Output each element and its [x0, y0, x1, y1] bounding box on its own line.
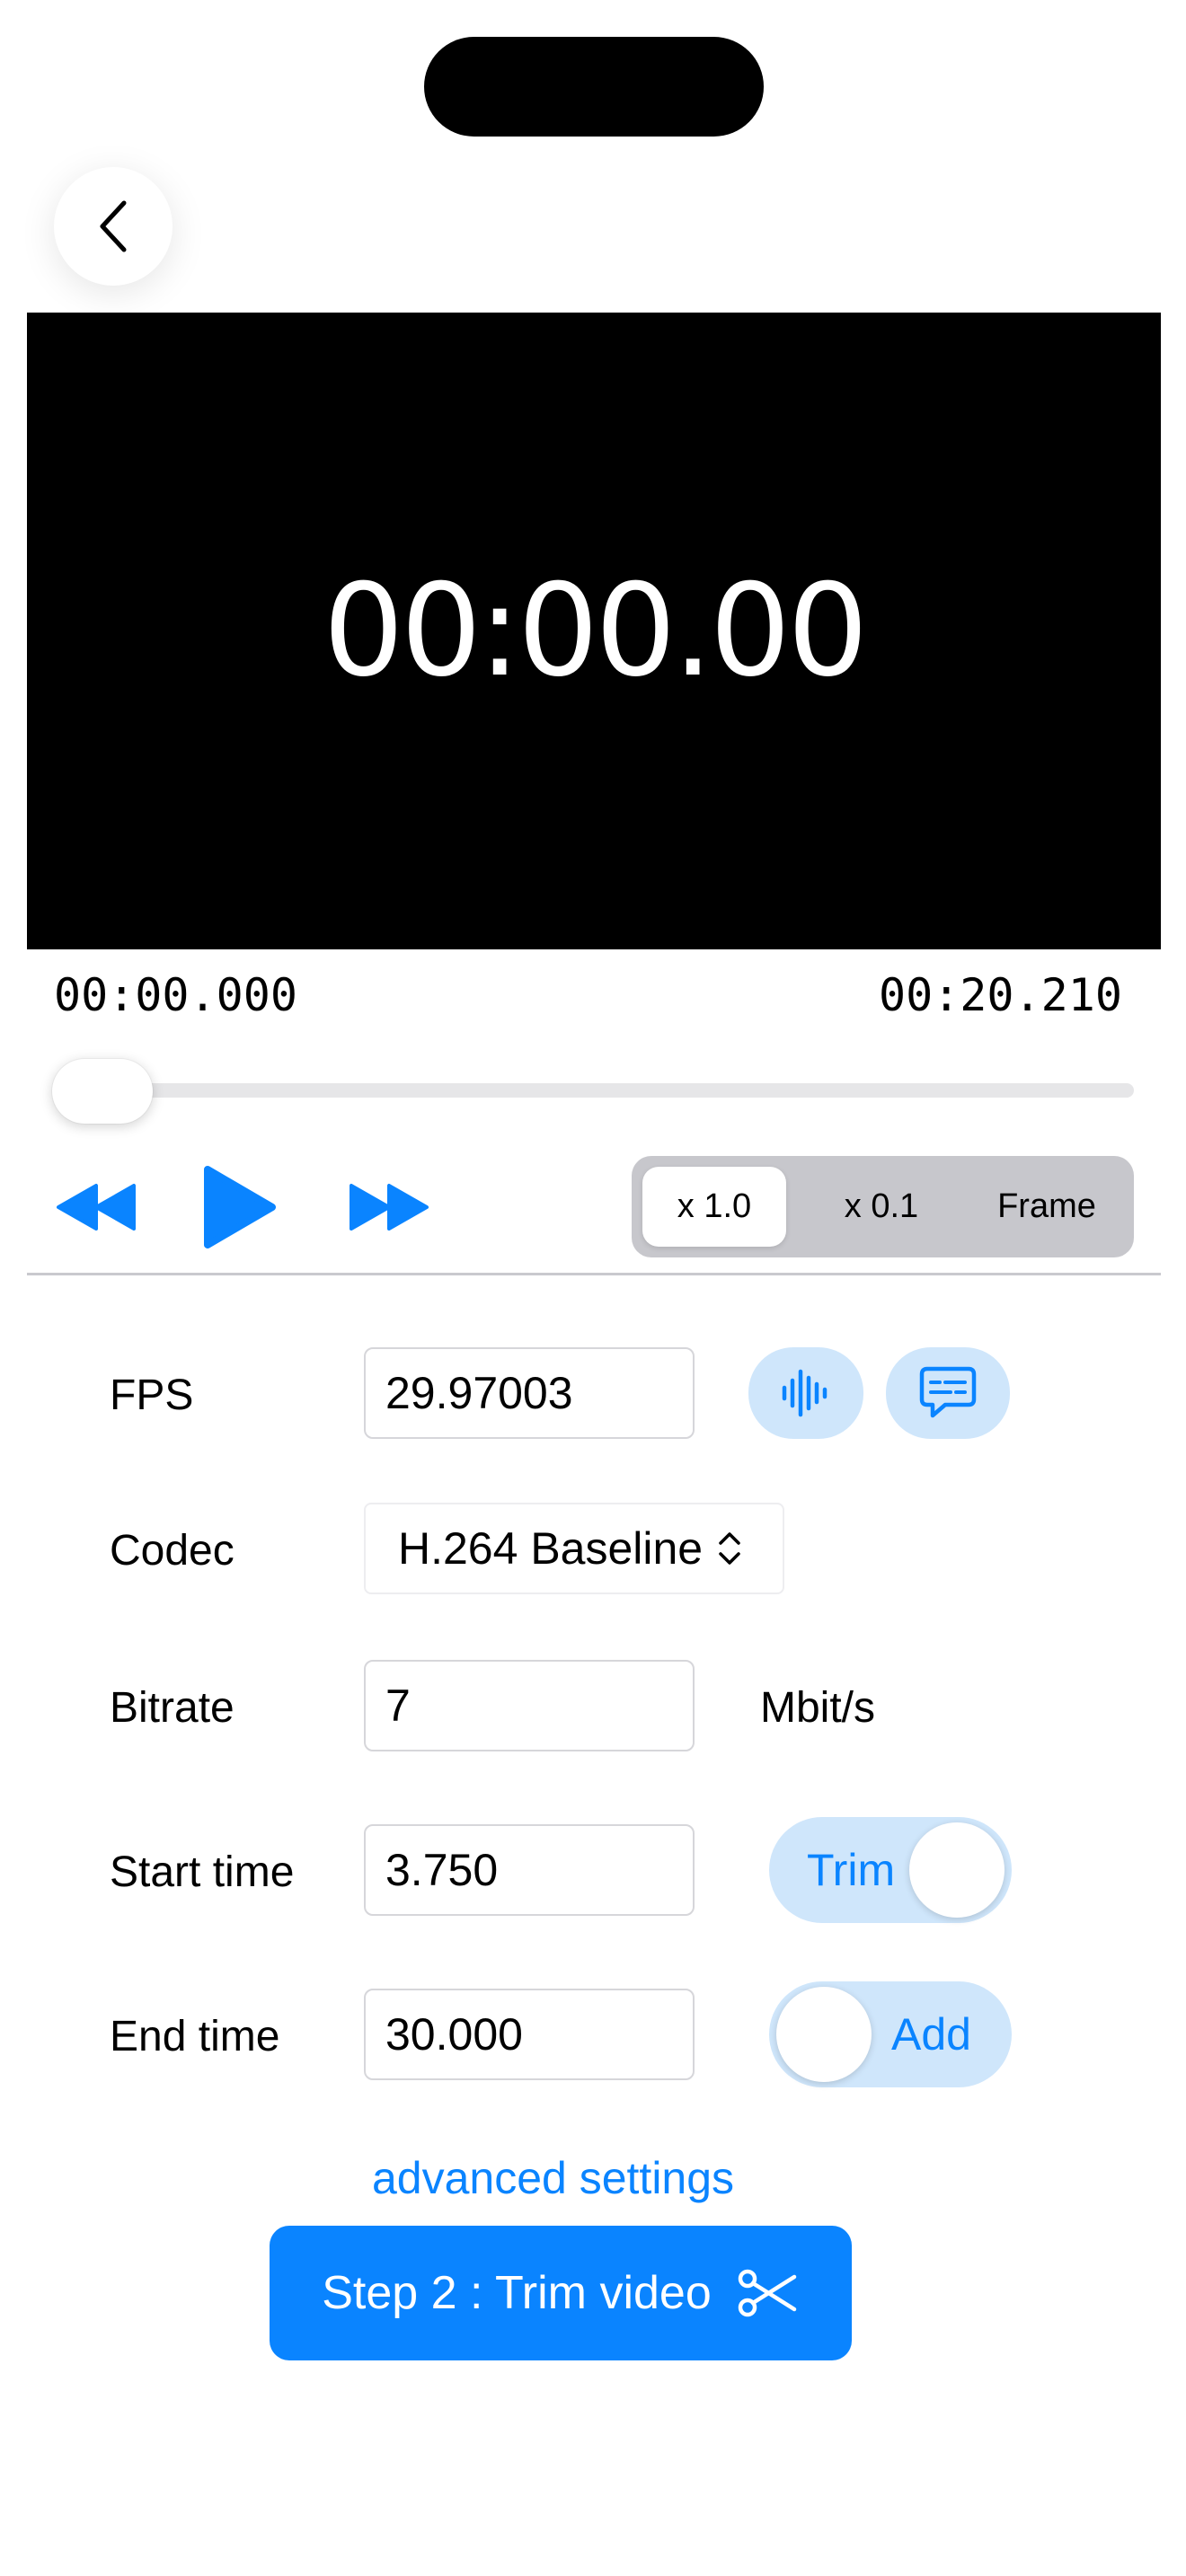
dynamic-island	[424, 37, 764, 137]
scissors-icon	[738, 2269, 797, 2317]
play-button[interactable]	[196, 1159, 282, 1256]
add-toggle-label: Add	[891, 2009, 971, 2060]
video-overlay-timecode: 00:00.00	[323, 556, 868, 705]
waveform-icon	[782, 1369, 828, 1417]
add-toggle[interactable]: Add	[769, 1981, 1012, 2087]
fps-label: FPS	[110, 1372, 194, 1419]
end-time-label: End time	[110, 2013, 280, 2060]
bitrate-label: Bitrate	[110, 1684, 235, 1732]
fps-field[interactable]: 29.97003	[364, 1347, 695, 1439]
chevron-up-down-icon	[719, 1532, 740, 1565]
codec-select[interactable]: H.264 Baseline	[364, 1503, 784, 1594]
scrubber-thumb[interactable]	[52, 1059, 153, 1124]
codec-value: H.264 Baseline	[398, 1523, 704, 1574]
bitrate-unit: Mbit/s	[760, 1684, 876, 1732]
add-toggle-knob	[776, 1987, 872, 2082]
duration-time: 00:20.210	[879, 969, 1122, 1021]
codec-label: Codec	[110, 1527, 235, 1575]
subtitles-button[interactable]	[886, 1347, 1010, 1439]
current-time: 00:00.000	[54, 969, 297, 1021]
forward-button[interactable]	[341, 1175, 437, 1239]
scrubber-track[interactable]	[56, 1083, 1134, 1098]
chevron-left-icon	[100, 200, 127, 252]
start-time-value: 3.750	[385, 1845, 499, 1895]
fps-value: 29.97003	[385, 1368, 573, 1418]
trim-toggle-knob	[909, 1822, 1005, 1918]
trim-video-label: Step 2 : Trim video	[322, 2267, 712, 2319]
back-button[interactable]	[54, 167, 173, 286]
rewind-button[interactable]	[49, 1175, 144, 1239]
trim-video-button[interactable]: Step 2 : Trim video	[270, 2226, 852, 2360]
captions-bubble-icon	[919, 1366, 977, 1418]
forward-icon	[350, 1184, 429, 1231]
segment-speed-1x[interactable]: x 1.0	[642, 1167, 786, 1247]
start-time-label: Start time	[110, 1848, 295, 1896]
backward-icon	[57, 1184, 136, 1231]
divider	[27, 1273, 1161, 1275]
trim-toggle[interactable]: Trim	[769, 1817, 1012, 1923]
bitrate-value: 7	[385, 1681, 411, 1731]
segment-frame[interactable]: Frame	[969, 1167, 1124, 1247]
advanced-settings-link[interactable]: advanced settings	[372, 2156, 734, 2201]
play-icon	[204, 1166, 276, 1248]
end-time-value: 30.000	[385, 2009, 523, 2060]
bitrate-field[interactable]: 7	[364, 1660, 695, 1751]
segment-speed-0-1x[interactable]: x 0.1	[804, 1167, 959, 1247]
start-time-field[interactable]: 3.750	[364, 1824, 695, 1916]
video-preview[interactable]: 00:00.00	[27, 313, 1161, 949]
speed-segmented-control[interactable]: x 1.0 x 0.1 Frame	[632, 1156, 1134, 1257]
end-time-field[interactable]: 30.000	[364, 1989, 695, 2080]
trim-toggle-label: Trim	[807, 1845, 896, 1895]
audio-button[interactable]	[748, 1347, 863, 1439]
